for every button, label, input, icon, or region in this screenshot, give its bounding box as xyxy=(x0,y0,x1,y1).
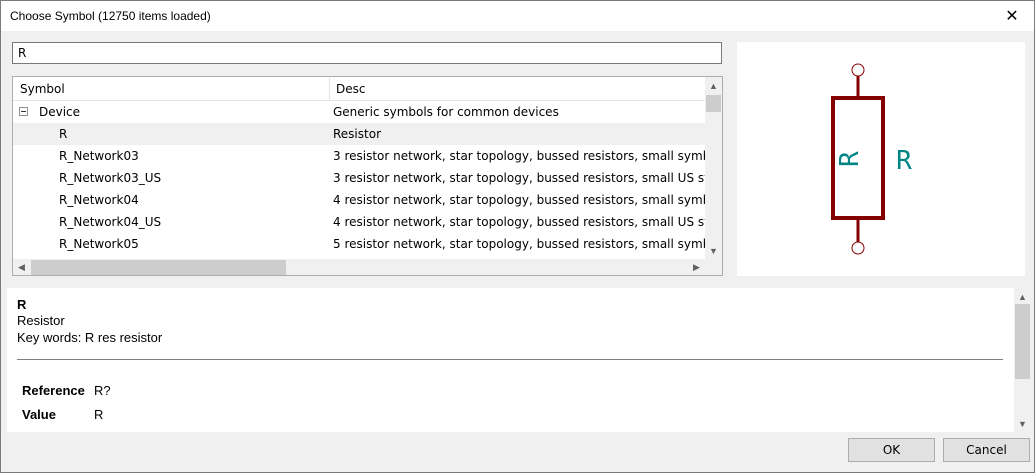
column-separator[interactable] xyxy=(329,77,330,101)
close-button[interactable]: ✕ xyxy=(990,1,1034,31)
symbol-name: R_Network03_US xyxy=(59,171,162,185)
symbol-desc: Resistor xyxy=(333,127,381,141)
close-icon: ✕ xyxy=(1005,8,1019,25)
details-vertical-scrollbar[interactable]: ▲ ▼ xyxy=(1014,288,1031,432)
details-symbol-name: R xyxy=(17,297,27,312)
table-row[interactable]: R Resistor xyxy=(13,123,705,145)
scroll-up-icon[interactable]: ▲ xyxy=(1014,288,1031,305)
scroll-right-icon[interactable]: ▶ xyxy=(688,259,705,275)
symbol-details-panel: R Resistor Key words: R res resistor Ref… xyxy=(7,288,1031,432)
preview-value-text: R xyxy=(896,146,912,176)
library-name: Device xyxy=(39,105,81,119)
table-row[interactable]: R_Network04_US 4 resistor network, star … xyxy=(13,211,722,233)
tree-vscroll-thumb[interactable] xyxy=(706,95,721,112)
scroll-down-icon[interactable]: ▼ xyxy=(1014,415,1031,432)
tree-library-row-device[interactable]: Device Generic symbols for common device… xyxy=(13,101,705,123)
symbol-name: R xyxy=(59,127,68,141)
symbol-desc: 4 resistor network, star topology, busse… xyxy=(333,215,723,229)
symbol-name: R_Network04 xyxy=(59,193,139,207)
table-row[interactable]: R_Network03 3 resistor network, star top… xyxy=(13,145,721,167)
field-label-value: Value xyxy=(22,407,56,422)
details-description: Resistor xyxy=(17,313,65,328)
symbol-name: R_Network03 xyxy=(59,149,139,163)
table-row[interactable]: R_Network05 5 resistor network, star top… xyxy=(13,233,721,255)
symbol-desc: 3 resistor network, star topology, busse… xyxy=(333,171,723,185)
table-row[interactable]: R_Network03_US 3 resistor network, star … xyxy=(13,167,722,189)
tree-hscroll-thumb[interactable] xyxy=(31,260,286,275)
column-header-desc[interactable]: Desc xyxy=(336,77,365,101)
tree-vertical-scrollbar[interactable]: ▲ ▼ xyxy=(705,77,722,259)
details-vscroll-thumb[interactable] xyxy=(1015,304,1030,379)
ok-button[interactable]: OK xyxy=(848,438,935,462)
search-input[interactable] xyxy=(12,42,722,64)
symbol-preview: R R xyxy=(737,42,1025,276)
cancel-button[interactable]: Cancel xyxy=(943,438,1030,462)
symbol-desc: 3 resistor network, star topology, busse… xyxy=(333,149,721,163)
preview-reference-text: R xyxy=(835,151,865,167)
symbol-tree[interactable]: Symbol Desc Device Generic symbols for c… xyxy=(12,76,723,276)
symbol-desc: 4 resistor network, star topology, busse… xyxy=(333,193,721,207)
scroll-up-icon[interactable]: ▲ xyxy=(705,77,722,94)
field-value-reference: R? xyxy=(94,383,111,398)
field-label-reference: Reference xyxy=(22,383,85,398)
symbol-desc: 5 resistor network, star topology, busse… xyxy=(333,237,721,251)
resistor-symbol-graphic: R R xyxy=(831,63,912,255)
scroll-down-icon[interactable]: ▼ xyxy=(705,242,722,259)
table-row[interactable]: R_Network04 4 resistor network, star top… xyxy=(13,189,721,211)
scroll-left-icon[interactable]: ◀ xyxy=(13,259,30,275)
details-divider xyxy=(17,359,1003,360)
symbol-name: R_Network05 xyxy=(59,237,139,251)
window-title: Choose Symbol (12750 items loaded) xyxy=(10,9,211,23)
collapse-icon[interactable] xyxy=(19,107,28,116)
tree-header: Symbol Desc xyxy=(13,77,705,101)
column-header-symbol[interactable]: Symbol xyxy=(20,77,65,101)
tree-horizontal-scrollbar[interactable]: ◀ ▶ xyxy=(13,259,722,275)
choose-symbol-dialog: Choose Symbol (12750 items loaded) ✕ Sym… xyxy=(0,0,1035,473)
field-value-value: R xyxy=(94,407,104,422)
title-bar: Choose Symbol (12750 items loaded) ✕ xyxy=(1,1,1034,31)
details-keywords: Key words: R res resistor xyxy=(17,330,163,345)
symbol-name: R_Network04_US xyxy=(59,215,162,229)
library-desc: Generic symbols for common devices xyxy=(333,105,559,119)
